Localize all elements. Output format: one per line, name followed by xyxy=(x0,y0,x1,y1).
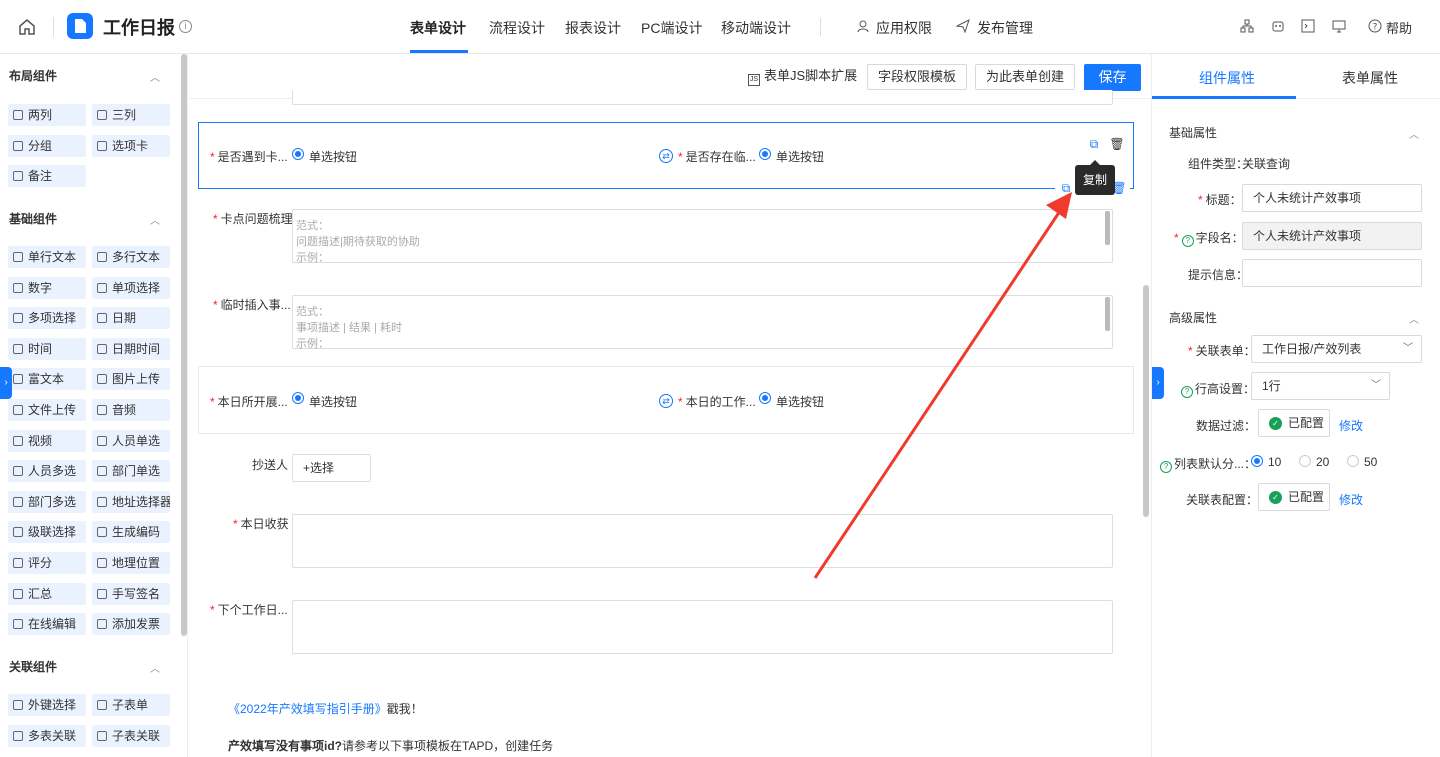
chevron-up-icon[interactable]: ︿ xyxy=(1409,126,1419,141)
data-filter-label: 数据过滤： xyxy=(1196,419,1257,433)
hint-input[interactable] xyxy=(1242,259,1422,287)
title-label: * 标题： xyxy=(1198,193,1242,207)
related-table-configured-badge: ✓ 已配置 xyxy=(1258,483,1330,511)
page-size-label: ? 列表默认分...： xyxy=(1160,455,1256,473)
chevron-down-icon: ﹀ xyxy=(1403,343,1413,354)
hint-label: 提示信息： xyxy=(1188,268,1249,282)
page-size-option: 10 xyxy=(1268,455,1282,469)
expand-right-button[interactable]: › xyxy=(1152,367,1164,399)
field-name-input: 个人未统计产效事项 xyxy=(1242,222,1422,250)
component-type-value: 关联查询 xyxy=(1242,157,1291,171)
related-form-label: * 关联表单： xyxy=(1188,344,1256,358)
question-icon[interactable]: ? xyxy=(1160,461,1172,473)
active-tab-indicator xyxy=(1152,96,1296,99)
question-icon[interactable]: ? xyxy=(1181,386,1193,398)
row-height-label: ? 行高设置： xyxy=(1181,380,1255,398)
section-title-advanced-properties: 高级属性 xyxy=(1169,311,1218,325)
page-size-radio-20[interactable] xyxy=(1299,455,1311,467)
page-size-option: 20 xyxy=(1316,455,1330,469)
tab-form-properties[interactable]: 表单属性 xyxy=(1342,68,1398,88)
component-type-label: 组件类型： xyxy=(1188,157,1249,171)
question-icon[interactable]: ? xyxy=(1181,235,1194,247)
page-size-radio-10[interactable] xyxy=(1251,455,1263,467)
data-filter-configured-badge: ✓ 已配置 xyxy=(1258,409,1330,437)
row-height-select[interactable]: 1行 ﹀ xyxy=(1251,372,1390,400)
related-form-select[interactable]: 工作日报/产效列表 ﹀ xyxy=(1251,335,1422,363)
modify-filter-link[interactable]: 修改 xyxy=(1339,417,1363,434)
check-icon: ✓ xyxy=(1269,417,1282,430)
tab-component-properties[interactable]: 组件属性 xyxy=(1199,68,1255,88)
page-size-radio-50[interactable] xyxy=(1347,455,1359,467)
chevron-down-icon: ﹀ xyxy=(1371,380,1381,391)
title-input[interactable]: 个人未统计产效事项 xyxy=(1242,184,1422,212)
page-size-option: 50 xyxy=(1364,455,1378,469)
related-table-config-label: 关联表配置： xyxy=(1186,493,1259,507)
check-icon: ✓ xyxy=(1269,491,1282,504)
section-title-basic-properties: 基础属性 xyxy=(1169,126,1218,140)
field-name-label: *? 字段名： xyxy=(1174,231,1244,247)
modify-related-table-link[interactable]: 修改 xyxy=(1339,491,1363,508)
chevron-up-icon[interactable]: ︿ xyxy=(1409,311,1419,326)
